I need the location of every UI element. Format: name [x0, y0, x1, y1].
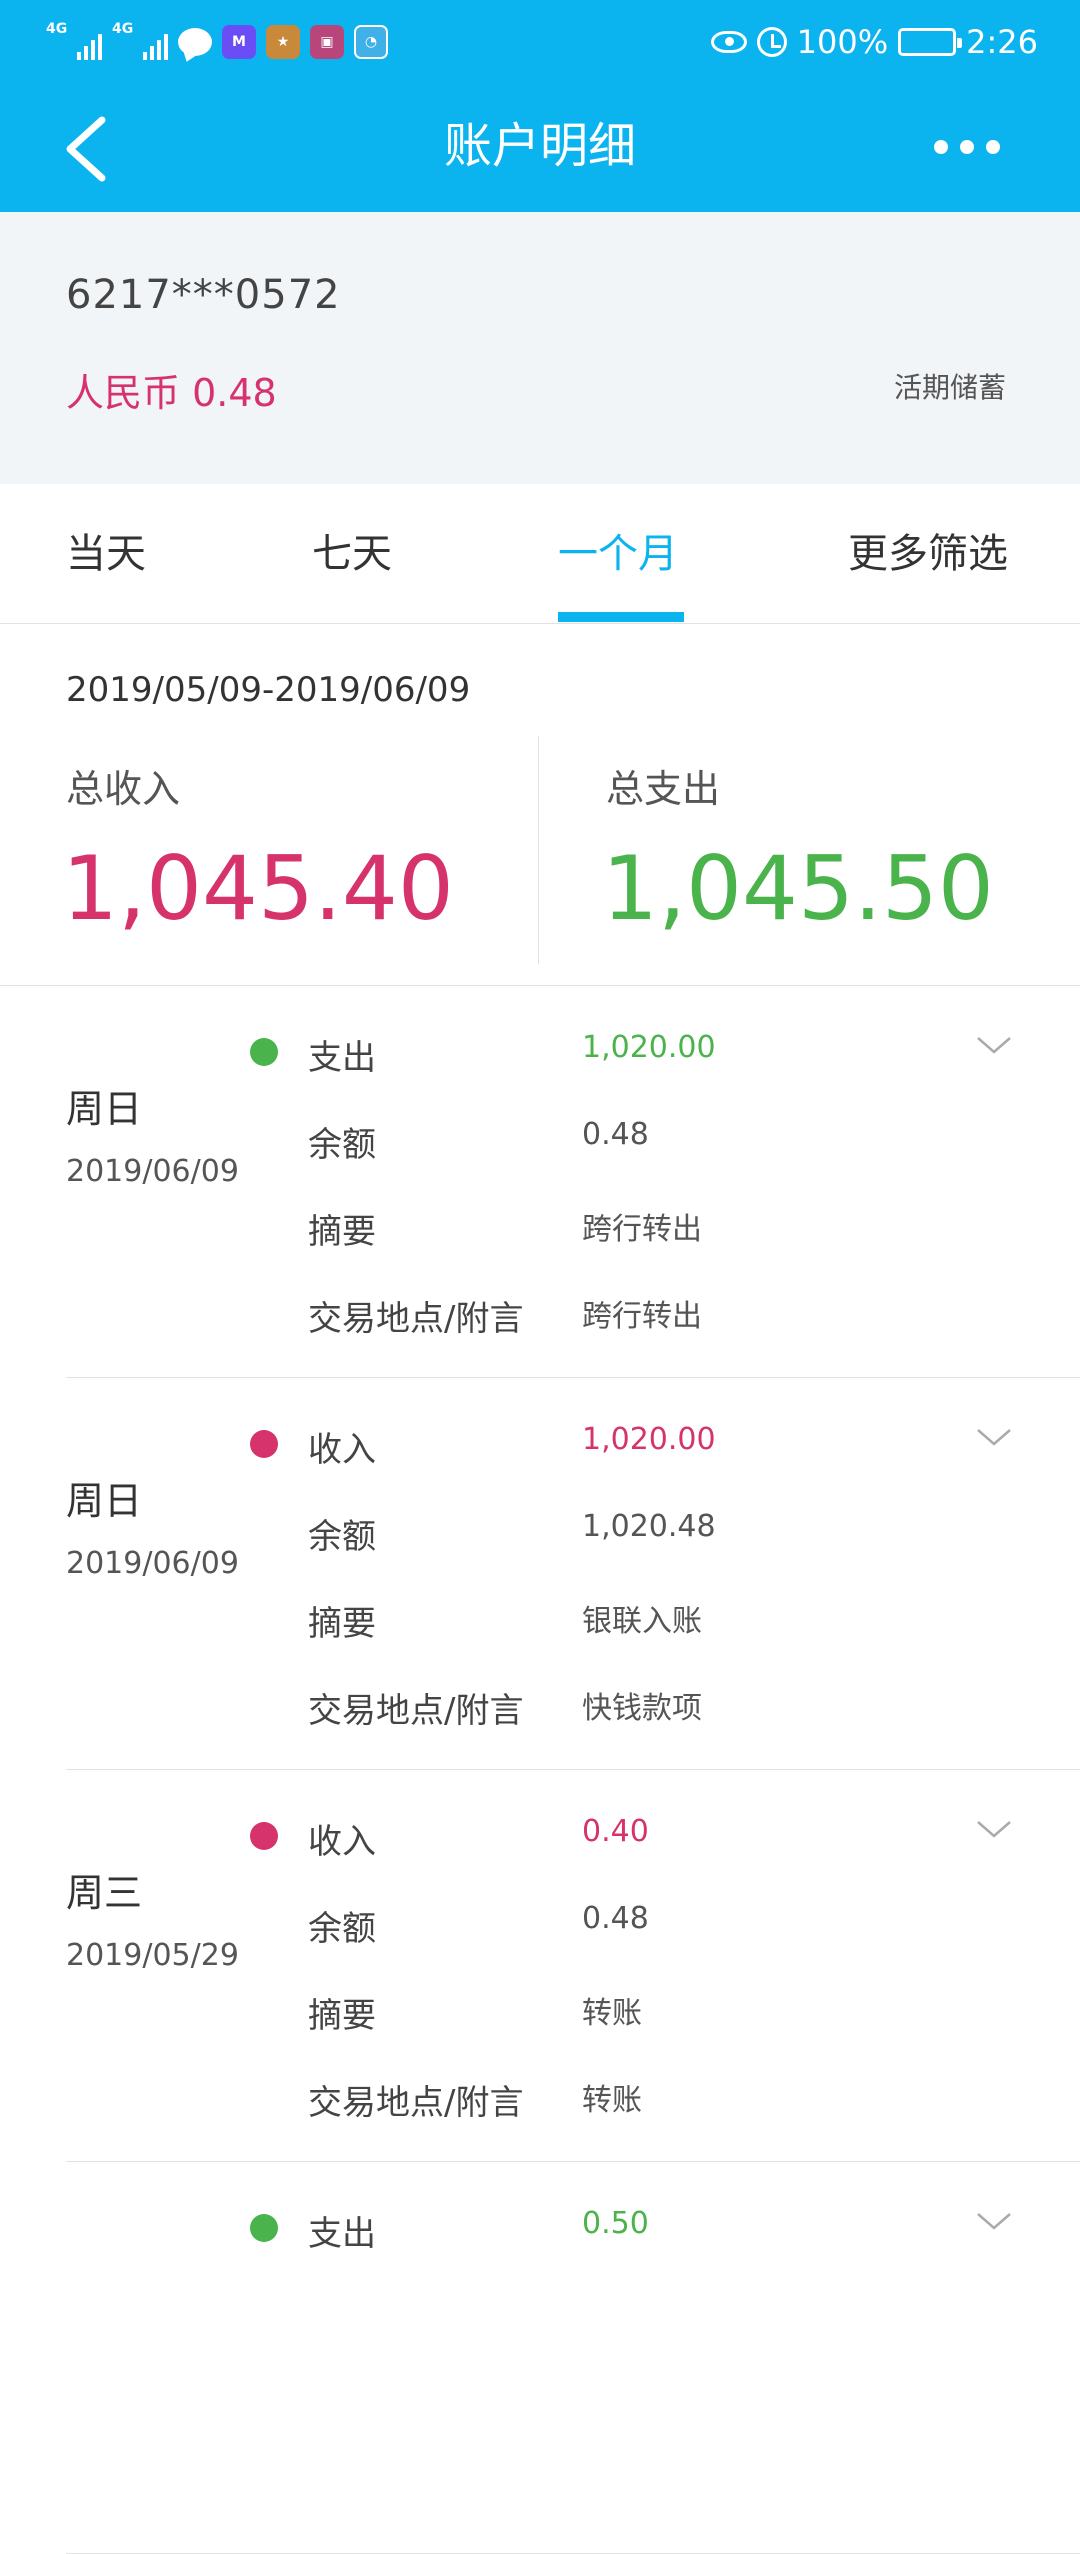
account-type: 活期储蓄 — [893, 371, 1006, 404]
transaction-type-label: 支出 — [308, 2214, 376, 2254]
summary-label: 摘要 — [308, 1604, 376, 1644]
note-label: 交易地点/附言 — [308, 2083, 524, 2123]
game-app-icon: ★ — [266, 25, 300, 59]
transaction-amount: 1,020.00 — [582, 1422, 716, 1457]
status-left: 4G 4G M ★ ▣ ◔ — [46, 20, 388, 64]
summary-value: 转账 — [582, 1996, 642, 2031]
alarm-icon — [756, 27, 787, 57]
tab-one-month[interactable]: 一个月 — [558, 528, 678, 580]
active-tab-indicator — [558, 612, 684, 622]
status-right: 100% 2:26 — [710, 18, 1038, 66]
period-tabs: 当天 七天 一个月 更多筛选 — [0, 484, 1080, 624]
transaction-item[interactable]: 周三 2019/05/29 收入 0.40 余额 0.48 摘要 转账 交易地点… — [0, 1770, 1080, 2162]
summary-panel: 2019/05/09-2019/06/09 总收入 1,045.40 总支出 1… — [0, 624, 1080, 986]
transaction-type-label: 收入 — [308, 1822, 376, 1862]
signal-indicator-2: 4G — [112, 22, 168, 62]
nav-bar: 账户明细 — [0, 84, 1080, 212]
shop-app-icon: ▣ — [310, 25, 344, 59]
account-balance: 人民币 0.48 — [66, 371, 277, 415]
transaction-weekday: 周三 — [66, 1871, 143, 1915]
transaction-date: 2019/06/09 — [66, 1154, 239, 1189]
summary-value: 银联入账 — [582, 1604, 702, 1639]
balance-label: 余额 — [308, 1909, 376, 1949]
total-income-value: 1,045.40 — [62, 837, 454, 940]
total-income-label: 总收入 — [66, 767, 181, 811]
chevron-down-icon[interactable] — [974, 1026, 1014, 1066]
signal-label-2: 4G — [112, 21, 134, 37]
transaction-type-dot — [250, 2214, 278, 2242]
signal-bars-icon — [143, 34, 168, 60]
balance-value: 0.48 — [582, 1117, 649, 1152]
signal-indicator-1: 4G — [46, 22, 102, 62]
assistant-app-icon: ◔ — [354, 25, 388, 59]
note-value: 转账 — [582, 2083, 642, 2118]
transaction-amount: 1,020.00 — [582, 1030, 716, 1065]
balance-label: 余额 — [308, 1125, 376, 1165]
total-expense-value: 1,045.50 — [602, 837, 994, 940]
more-options-icon[interactable] — [934, 140, 1000, 154]
transaction-type-dot — [250, 1822, 278, 1850]
chevron-down-icon[interactable] — [974, 1810, 1014, 1850]
transaction-date: 2019/06/09 — [66, 1546, 239, 1581]
signal-label-1: 4G — [46, 21, 68, 37]
transaction-weekday: 周日 — [66, 1087, 143, 1131]
eye-icon — [710, 31, 747, 53]
note-label: 交易地点/附言 — [308, 1299, 524, 1339]
balance-label: 余额 — [308, 1517, 376, 1557]
transaction-item[interactable]: 周日 2019/06/09 收入 1,020.00 余额 1,020.48 摘要… — [0, 1378, 1080, 1770]
transaction-type-label: 收入 — [308, 1430, 376, 1470]
transaction-type-dot — [250, 1430, 278, 1458]
top-bar: 4G 4G M ★ ▣ ◔ 100% 2:26 账户明细 — [0, 0, 1080, 212]
transaction-type-dot — [250, 1038, 278, 1066]
chevron-down-icon[interactable] — [974, 2202, 1014, 2242]
summary-divider — [538, 736, 539, 964]
transaction-amount: 0.40 — [582, 1814, 649, 1849]
clock: 2:26 — [966, 23, 1038, 61]
balance-value: 0.48 — [582, 1901, 649, 1936]
chevron-down-icon[interactable] — [974, 1418, 1014, 1458]
signal-bars-icon — [77, 34, 102, 60]
transaction-amount: 0.50 — [582, 2206, 649, 2241]
transaction-weekday: 周日 — [66, 1479, 143, 1523]
tab-seven-days[interactable]: 七天 — [312, 528, 392, 580]
transaction-item[interactable]: 周日 2019/06/09 支出 1,020.00 余额 0.48 摘要 跨行转… — [0, 986, 1080, 1378]
summary-label: 摘要 — [308, 1212, 376, 1252]
battery-icon — [898, 28, 963, 56]
note-value: 快钱款项 — [582, 1691, 702, 1726]
status-bar: 4G 4G M ★ ▣ ◔ 100% 2:26 — [0, 0, 1080, 84]
note-value: 跨行转出 — [582, 1299, 702, 1334]
m-app-icon: M — [222, 25, 256, 59]
message-icon — [178, 28, 212, 56]
transaction-type-label: 支出 — [308, 1038, 376, 1078]
balance-value: 1,020.48 — [582, 1509, 716, 1544]
transaction-date: 2019/05/29 — [66, 1938, 239, 1973]
summary-value: 跨行转出 — [582, 1212, 702, 1247]
account-card: 6217***0572 人民币 0.48 活期储蓄 — [0, 212, 1080, 484]
transaction-item[interactable]: 支出 0.50 — [0, 2162, 1080, 2554]
tab-today[interactable]: 当天 — [66, 528, 146, 580]
note-label: 交易地点/附言 — [308, 1691, 524, 1731]
total-expense-label: 总支出 — [606, 767, 721, 811]
page-title: 账户明细 — [443, 118, 636, 174]
summary-label: 摘要 — [308, 1996, 376, 2036]
battery-percent: 100% — [796, 23, 889, 61]
tab-more-filters[interactable]: 更多筛选 — [848, 528, 1008, 580]
date-range: 2019/05/09-2019/06/09 — [66, 670, 471, 710]
account-number: 6217***0572 — [66, 272, 341, 318]
